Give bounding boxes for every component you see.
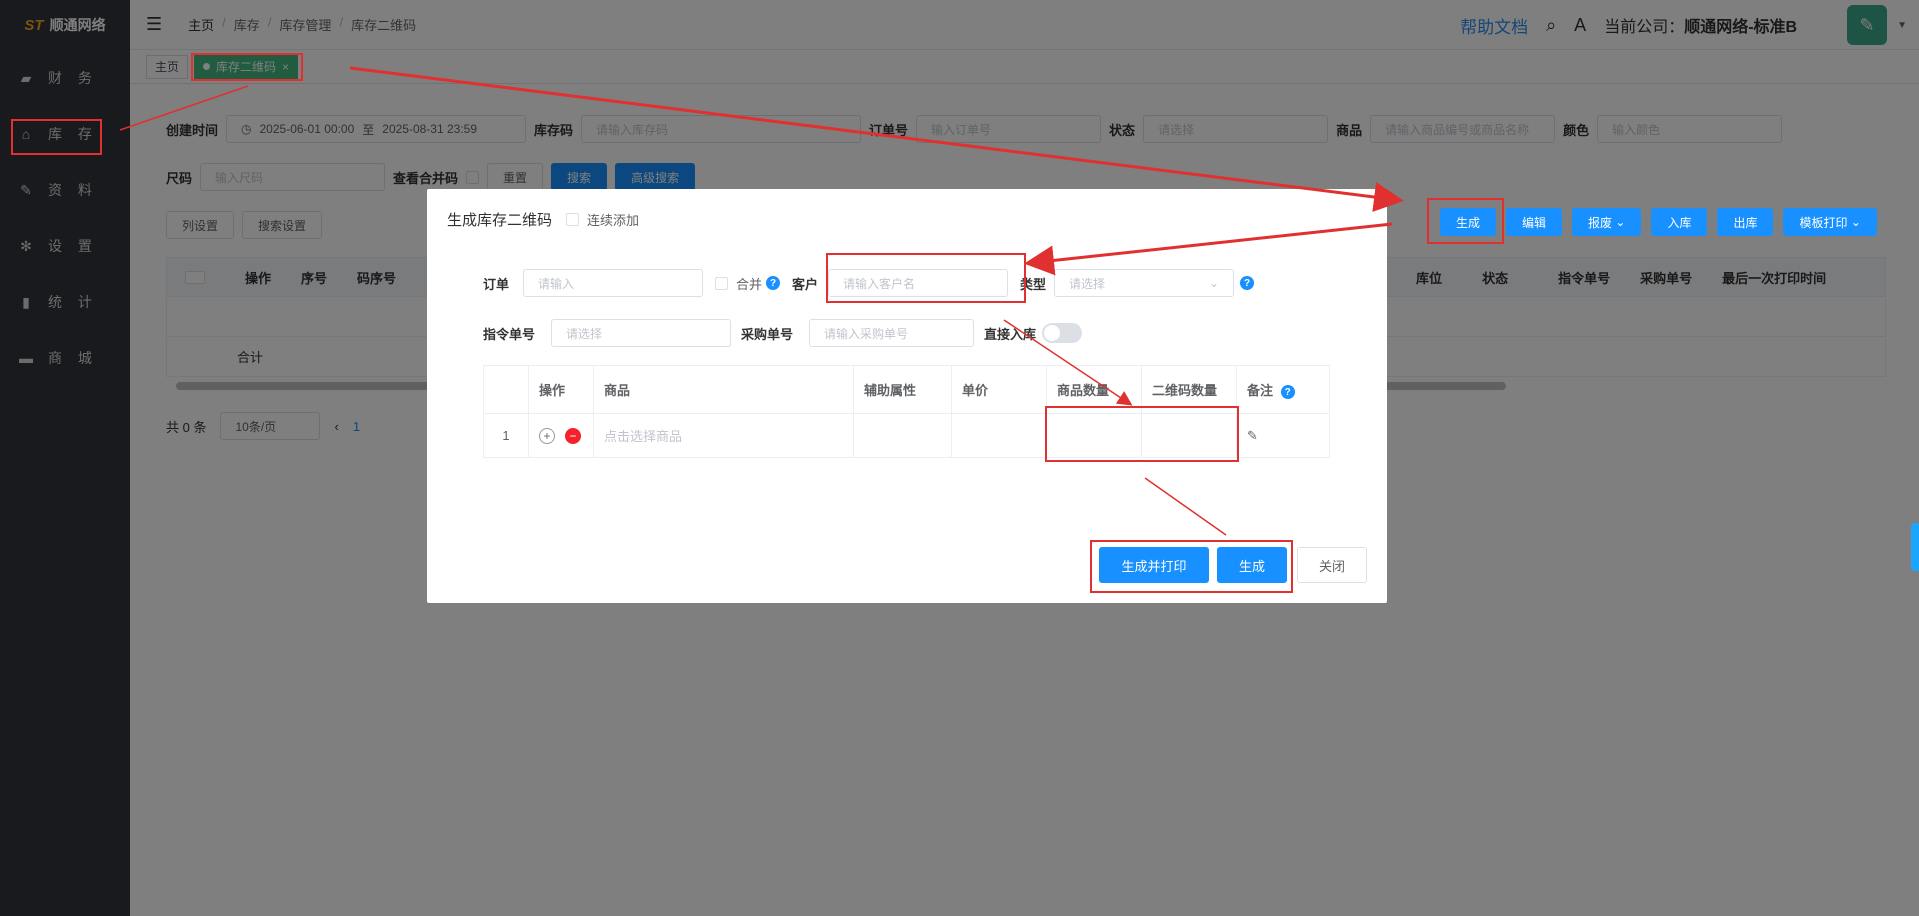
- goods-qty-cell[interactable]: [1046, 413, 1142, 458]
- column-header: 二维码数量: [1141, 365, 1237, 414]
- dialog-form-row-2: 指令单号 请选择 采购单号 请输入采购单号 直接入库: [483, 319, 1083, 347]
- column-header: 单价: [951, 365, 1047, 414]
- remark-cell[interactable]: ✎: [1236, 413, 1330, 458]
- chevron-down-icon: ⌄: [1208, 276, 1220, 290]
- chevron-down-icon: ⌄: [1612, 215, 1626, 229]
- edit-icon[interactable]: ✎: [1247, 428, 1258, 443]
- table-row: 1 + − 点击选择商品 ✎: [483, 413, 1330, 458]
- aux-attr-cell[interactable]: [853, 413, 952, 458]
- row-index: 1: [483, 413, 529, 458]
- stock-in-button[interactable]: 入库: [1651, 208, 1708, 236]
- type-label: 类型: [1020, 276, 1047, 292]
- direct-stock-in-switch[interactable]: [1042, 323, 1083, 343]
- dialog-footer: 生成并打印 生成 关闭: [1099, 547, 1367, 583]
- goods-table-header: 操作 商品 辅助属性 单价 商品数量 二维码数量 备注 ?: [483, 365, 1330, 414]
- scrap-label: 报废: [1588, 215, 1613, 230]
- purchase-no-input[interactable]: 请输入采购单号: [809, 319, 974, 347]
- help-icon[interactable]: ?: [766, 276, 781, 290]
- cmd-no-select[interactable]: 请选择: [551, 319, 731, 347]
- dialog-close-button[interactable]: 关闭: [1297, 547, 1367, 583]
- help-icon[interactable]: ?: [1240, 276, 1255, 290]
- row-actions: + −: [528, 413, 594, 458]
- generate-and-print-button[interactable]: 生成并打印: [1099, 547, 1209, 583]
- type-select[interactable]: 请选择 ⌄: [1054, 269, 1235, 297]
- qrcode-qty-cell[interactable]: [1141, 413, 1237, 458]
- cmd-no-label: 指令单号: [483, 326, 536, 342]
- dialog-form-row-1: 订单 请输入 合并 ? 客户 请输入客户名 类型 请选择 ⌄ ?: [483, 269, 1255, 297]
- continuous-add-checkbox[interactable]: [566, 213, 580, 226]
- edit-button[interactable]: 编辑: [1506, 208, 1563, 236]
- help-icon[interactable]: ?: [1280, 385, 1295, 400]
- order-input[interactable]: 请输入: [523, 269, 703, 297]
- dialog-generate-button[interactable]: 生成: [1217, 547, 1287, 583]
- generate-button[interactable]: 生成: [1440, 208, 1497, 236]
- chevron-down-icon: ⌄: [1847, 215, 1861, 229]
- column-header: 辅助属性: [853, 365, 952, 414]
- type-select-placeholder: 请选择: [1069, 276, 1106, 291]
- customer-input[interactable]: 请输入客户名: [828, 269, 1009, 297]
- order-label: 订单: [483, 276, 510, 292]
- add-row-icon[interactable]: +: [539, 427, 555, 444]
- column-header-remark: 备注 ?: [1236, 365, 1330, 414]
- scrap-button[interactable]: 报废 ⌄: [1572, 208, 1642, 236]
- generate-qrcode-dialog: 生成库存二维码 连续添加 订单 请输入 合并 ? 客户 请输入客户名 类型 请选…: [427, 189, 1387, 603]
- purchase-no-label: 采购单号: [741, 326, 794, 342]
- stock-out-button[interactable]: 出库: [1717, 208, 1774, 236]
- continuous-add[interactable]: 连续添加: [566, 210, 639, 229]
- select-goods-cell[interactable]: 点击选择商品: [593, 413, 854, 458]
- column-header-label: 备注: [1247, 382, 1274, 398]
- merge-checkbox[interactable]: [715, 276, 728, 290]
- goods-table: 操作 商品 辅助属性 单价 商品数量 二维码数量 备注 ? 1 + − 点击选择商…: [483, 365, 1330, 458]
- remove-row-icon[interactable]: −: [565, 427, 581, 444]
- customer-label: 客户: [792, 276, 819, 292]
- toolbar-actions: 生成 编辑 报废 ⌄ 入库 出库 模板打印 ⌄: [1440, 208, 1877, 236]
- column-header: 操作: [528, 365, 594, 414]
- column-header-index: [483, 365, 529, 414]
- template-print-label: 模板打印: [1799, 215, 1848, 230]
- continuous-add-label: 连续添加: [587, 213, 640, 228]
- merge-label: 合并: [736, 276, 763, 292]
- column-header: 商品: [593, 365, 854, 414]
- side-scroll-handle[interactable]: [1911, 523, 1919, 571]
- dialog-header: 生成库存二维码 连续添加: [447, 209, 639, 230]
- template-print-button[interactable]: 模板打印 ⌄: [1783, 208, 1877, 236]
- dialog-title: 生成库存二维码: [447, 212, 553, 229]
- direct-stock-in-label: 直接入库: [984, 326, 1037, 342]
- unit-price-cell[interactable]: [951, 413, 1047, 458]
- column-header: 商品数量: [1046, 365, 1142, 414]
